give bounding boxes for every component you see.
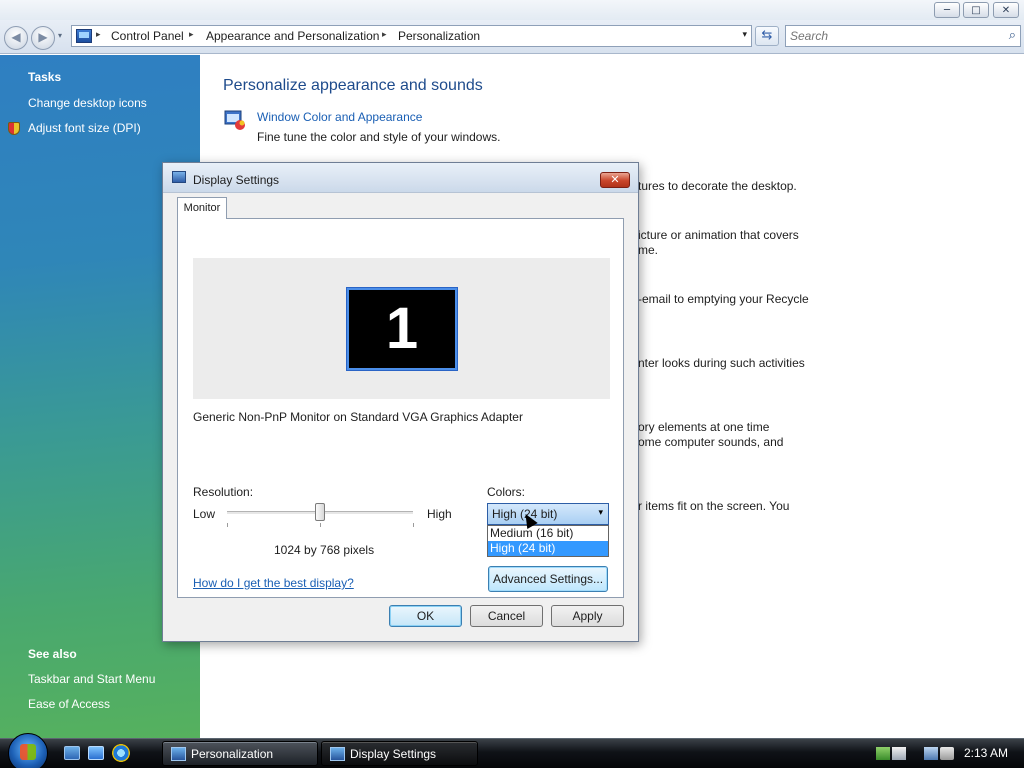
colors-option-high[interactable]: High (24 bit) [488, 541, 608, 556]
resolution-low-label: Low [193, 507, 216, 521]
colors-label: Colors: [487, 485, 526, 499]
display-settings-icon [172, 171, 186, 183]
network-icon[interactable] [924, 747, 938, 760]
breadcrumb-separator[interactable]: ▸ [382, 30, 387, 40]
refresh-button[interactable]: ⇆ [755, 26, 779, 46]
switch-windows-icon[interactable] [88, 746, 104, 760]
dialog-titlebar[interactable]: Display Settings ✕ [163, 163, 638, 193]
display-settings-dialog: Display Settings ✕ Monitor 1 Generic Non… [162, 162, 639, 642]
resolution-high-label: High [427, 507, 452, 521]
taskbar-button-label: Personalization [191, 747, 274, 761]
resolution-label: Resolution: [193, 485, 254, 499]
background-text: r items fit on the screen. You [638, 499, 790, 513]
background-text: -email to emptying your Recycle [638, 292, 809, 306]
back-arrow-icon: ◀ [11, 30, 21, 44]
window-color-link[interactable]: Window Color and Appearance [257, 110, 422, 124]
tasks-heading: Tasks [28, 70, 62, 84]
background-text: ome computer sounds, and [638, 435, 784, 449]
slider-tick [413, 523, 414, 527]
colors-select[interactable]: High (24 bit) ▾ [487, 503, 609, 525]
taskbar-button-personalization[interactable]: Personalization [162, 741, 318, 766]
slider-tick [320, 523, 321, 527]
colors-dropdown-list: Medium (16 bit) High (24 bit) [487, 525, 609, 557]
minimize-icon: ─ [943, 4, 951, 16]
window-color-icon [224, 110, 245, 130]
maximize-icon: □ [971, 4, 981, 16]
page-title: Personalize appearance and sounds [223, 77, 483, 94]
apply-button[interactable]: Apply [551, 605, 624, 627]
search-box[interactable]: ⌕ [785, 25, 1021, 47]
close-button[interactable]: ✕ [993, 2, 1019, 18]
clock[interactable]: 2:13 AM [964, 746, 1008, 760]
breadcrumb-control-panel[interactable]: Control Panel [111, 29, 184, 43]
breadcrumb-personalization[interactable]: Personalization [398, 29, 480, 43]
best-display-help-link[interactable]: How do I get the best display? [193, 576, 354, 590]
see-also-heading: See also [28, 647, 77, 661]
recent-pages-dropdown[interactable]: ▾ [58, 31, 62, 40]
slider-tick [227, 523, 228, 527]
monitor-1-tile[interactable]: 1 [346, 287, 458, 371]
security-center-icon[interactable] [876, 747, 890, 760]
system-tray: 2:13 AM [868, 739, 1024, 768]
task-adjust-font-size[interactable]: Adjust font size (DPI) [28, 121, 141, 135]
search-icon[interactable]: ⌕ [1009, 28, 1016, 43]
ok-button[interactable]: OK [389, 605, 462, 627]
resolution-value: 1024 by 768 pixels [274, 543, 375, 557]
monitor-name: Generic Non-PnP Monitor on Standard VGA … [193, 410, 523, 424]
personalization-icon [171, 747, 186, 761]
background-text: icture or animation that covers [638, 228, 799, 242]
breadcrumb-separator[interactable]: ▸ [96, 30, 101, 40]
back-button[interactable]: ◀ [4, 26, 28, 50]
window-titlebar: ─ □ ✕ [0, 0, 1024, 20]
address-bar[interactable]: ▸ Control Panel ▸ Appearance and Persona… [71, 25, 752, 47]
advanced-settings-button[interactable]: Advanced Settings... [488, 566, 608, 592]
dialog-close-button[interactable]: ✕ [600, 172, 630, 188]
close-icon: ✕ [1001, 4, 1011, 16]
chevron-down-icon[interactable]: ▾ [598, 508, 603, 518]
breadcrumb-appearance[interactable]: Appearance and Personalization [206, 29, 379, 43]
monitor-tab-panel: 1 Generic Non-PnP Monitor on Standard VG… [177, 218, 624, 598]
task-change-desktop-icons[interactable]: Change desktop icons [28, 96, 147, 110]
see-also-taskbar[interactable]: Taskbar and Start Menu [28, 672, 155, 686]
internet-explorer-icon[interactable] [112, 744, 130, 762]
background-text: tures to decorate the desktop. [638, 179, 797, 193]
forward-arrow-icon: ▶ [38, 30, 48, 44]
forward-button[interactable]: ▶ [31, 26, 55, 50]
control-panel-icon [76, 29, 92, 43]
uac-shield-icon [8, 122, 20, 135]
breadcrumb-separator[interactable]: ▸ [189, 30, 194, 40]
display-settings-icon [330, 747, 345, 761]
background-text: me. [638, 243, 659, 257]
taskbar: Personalization Display Settings 2:13 AM [0, 733, 1024, 768]
resolution-slider-thumb[interactable] [315, 503, 325, 521]
background-text: nter looks during such activities [638, 356, 805, 370]
see-also-ease-of-access[interactable]: Ease of Access [28, 697, 110, 711]
window-color-description: Fine tune the color and style of your wi… [257, 130, 501, 144]
tab-monitor[interactable]: Monitor [177, 197, 227, 219]
colors-option-medium[interactable]: Medium (16 bit) [488, 526, 608, 541]
monitor-preview-area: 1 [193, 258, 610, 399]
taskbar-button-label: Display Settings [350, 747, 437, 761]
address-dropdown-icon[interactable]: ▾ [742, 30, 747, 40]
taskbar-button-display-settings[interactable]: Display Settings [321, 741, 478, 766]
start-button[interactable] [8, 733, 48, 768]
search-input[interactable] [790, 28, 990, 44]
minimize-button[interactable]: ─ [934, 2, 960, 18]
background-text: ory elements at one time [638, 420, 770, 434]
show-desktop-icon[interactable] [64, 746, 80, 760]
dialog-title: Display Settings [193, 173, 280, 187]
navigation-bar: ◀ ▶ ▾ ▸ Control Panel ▸ Appearance and P… [0, 20, 1024, 54]
cancel-button[interactable]: Cancel [470, 605, 543, 627]
volume-muted-icon[interactable] [940, 747, 954, 760]
maximize-button[interactable]: □ [963, 2, 989, 18]
tray-status-icon[interactable] [892, 747, 906, 760]
